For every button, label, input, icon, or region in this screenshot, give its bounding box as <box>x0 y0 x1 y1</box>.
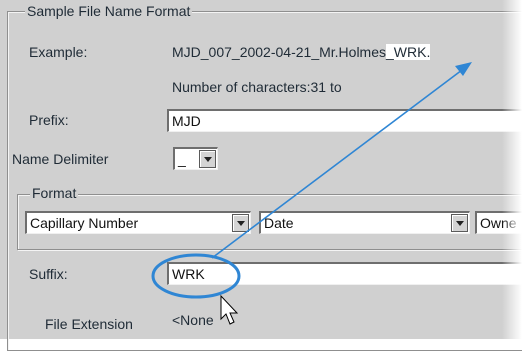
sample-format-group <box>7 11 522 351</box>
suffix-label: Suffix: <box>29 266 68 282</box>
name-delimiter-label: Name Delimiter <box>12 151 109 167</box>
format-field-2-value: Date <box>264 215 294 231</box>
prefix-label: Prefix: <box>29 112 69 128</box>
sample-format-group-title: Sample File Name Format <box>25 3 193 19</box>
format-field-2-select[interactable]: Date <box>259 211 470 234</box>
example-value-suffix: _WRK. <box>386 44 431 60</box>
suffix-input[interactable]: WRK <box>167 262 522 285</box>
character-count-text: Number of characters:31 to <box>172 79 342 95</box>
chevron-down-icon[interactable] <box>199 150 216 168</box>
file-extension-label: File Extension <box>45 316 133 332</box>
format-group-title: Format <box>30 185 79 201</box>
name-delimiter-select[interactable]: _ <box>173 147 218 170</box>
format-field-1-select[interactable]: Capillary Number <box>25 211 251 234</box>
chevron-down-icon[interactable] <box>232 214 249 232</box>
format-field-3-value: Owne <box>480 215 517 231</box>
example-value: MJD_007_2002-04-21_Mr.Holmes_WRK. <box>172 44 431 60</box>
prefix-input[interactable]: MJD <box>167 109 522 132</box>
file-name-format-panel: Sample File Name Format Example: MJD_007… <box>0 0 522 351</box>
example-value-main: MJD_007_2002-04-21_Mr.Holmes <box>172 44 386 60</box>
file-extension-value: <None <box>172 312 214 328</box>
format-field-1-value: Capillary Number <box>30 215 139 231</box>
chevron-down-icon[interactable] <box>451 214 468 232</box>
name-delimiter-value: _ <box>178 151 186 167</box>
format-field-3-select[interactable]: Owne <box>475 211 522 234</box>
example-label: Example: <box>29 44 88 60</box>
